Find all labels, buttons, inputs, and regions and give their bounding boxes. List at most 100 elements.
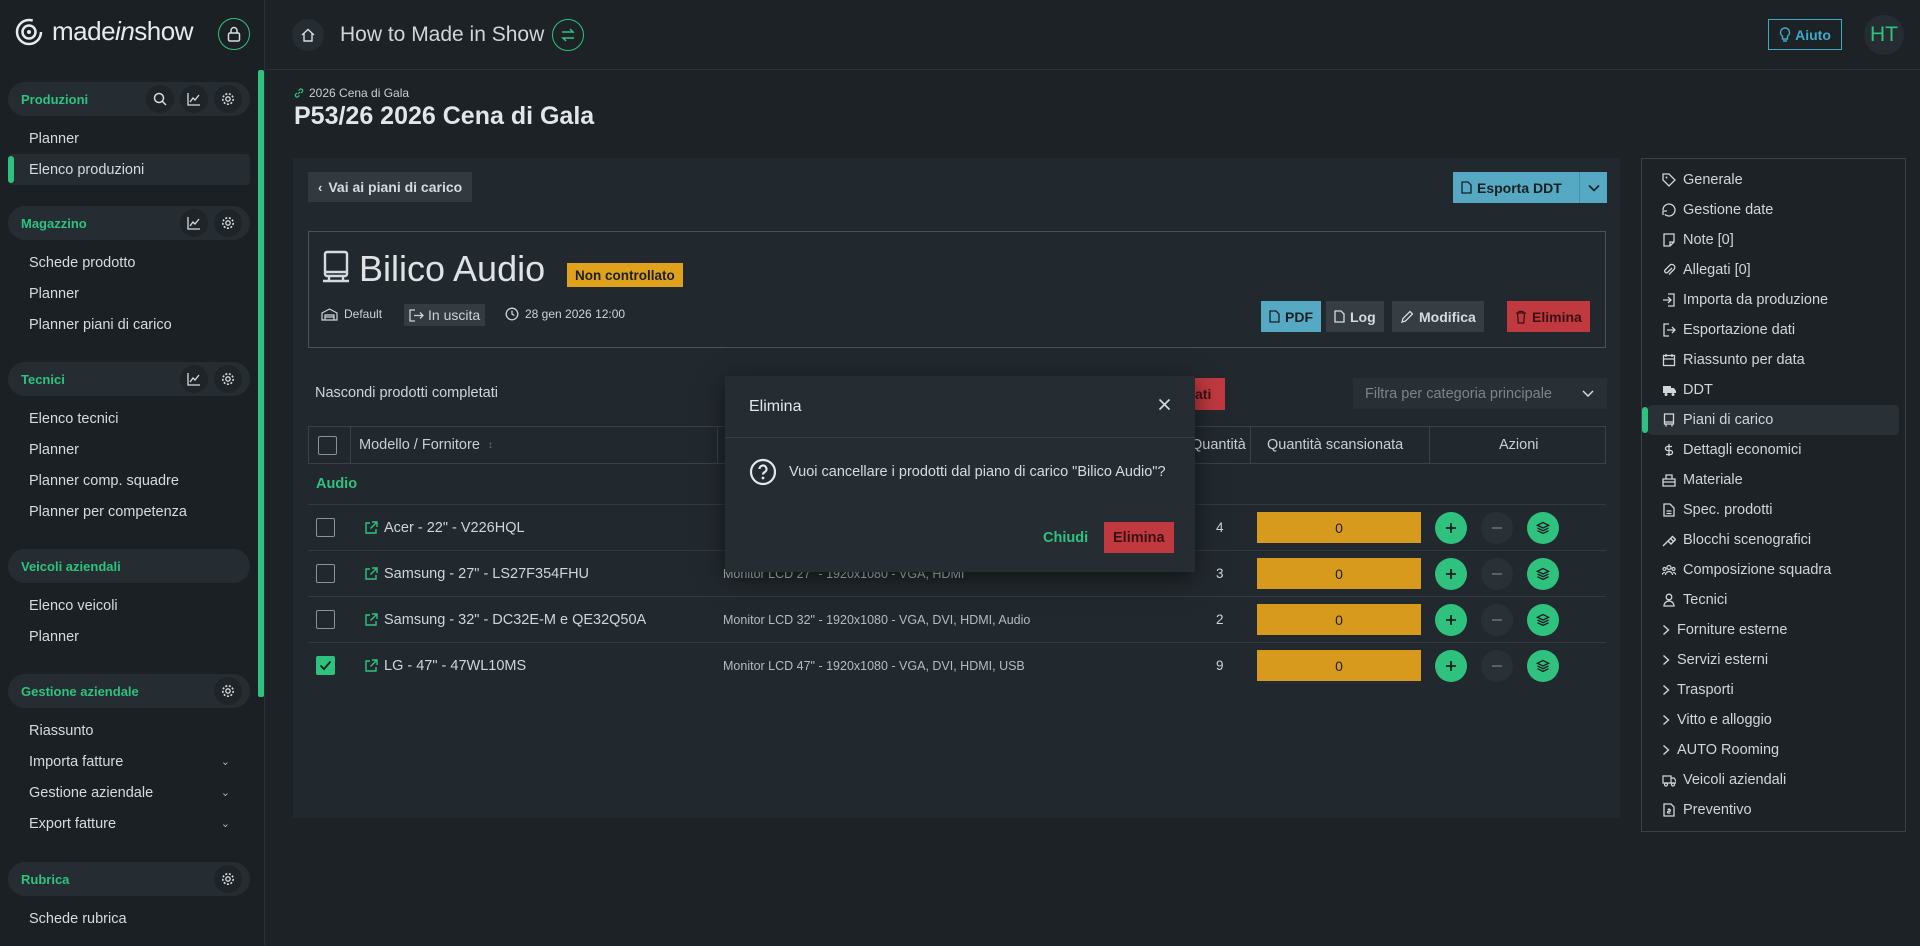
section-menu-item-importa-da-produzione[interactable]: Importa da produzione <box>1642 285 1905 315</box>
section-menu-item-ddt[interactable]: DDT <box>1642 375 1905 405</box>
edit-button[interactable]: Modifica <box>1392 301 1484 332</box>
column-model[interactable]: Modello / Fornitore ↕ <box>359 427 493 463</box>
section-menu-item-riassunto-per-data[interactable]: Riassunto per data <box>1642 345 1905 375</box>
remove-button[interactable] <box>1481 597 1513 642</box>
section-menu-item-trasporti[interactable]: Trasporti <box>1642 675 1905 705</box>
section-menu-item-generale[interactable]: Generale <box>1642 165 1905 195</box>
sidebar-item-elenco-tecnici[interactable]: Elenco tecnici <box>8 403 250 434</box>
sidebar-item-planner[interactable]: Planner <box>8 621 250 652</box>
add-button[interactable] <box>1435 597 1467 642</box>
remove-button[interactable] <box>1481 505 1513 550</box>
sidebar-item-planner[interactable]: Planner <box>8 278 250 309</box>
gear-icon[interactable] <box>214 865 242 893</box>
back-button[interactable]: ‹ Vai ai piani di carico <box>308 172 473 202</box>
add-button[interactable] <box>1435 643 1467 688</box>
nav-group-header[interactable]: Tecnici <box>8 362 250 396</box>
log-button[interactable]: Log <box>1326 301 1384 332</box>
scanned-quantity-value: 0 <box>1257 558 1421 589</box>
select-all-checkbox[interactable] <box>318 427 337 463</box>
breadcrumb[interactable]: 2026 Cena di Gala <box>294 86 409 100</box>
section-menu-item-composizione-squadra[interactable]: Composizione squadra <box>1642 555 1905 585</box>
sidebar-item-elenco-produzioni[interactable]: Elenco produzioni <box>8 154 250 185</box>
help-button[interactable]: Aiuto <box>1768 19 1842 50</box>
product-name[interactable]: Samsung - 27" - LS27F354FHU <box>364 551 589 596</box>
section-menu-item-gestione-date[interactable]: Gestione date <box>1642 195 1905 225</box>
product-name[interactable]: Samsung - 32" - DC32E-M e QE32Q50A <box>364 597 646 642</box>
chart-icon[interactable] <box>180 365 208 393</box>
section-menu-item-spec-prodotti[interactable]: Spec. prodotti <box>1642 495 1905 525</box>
dialog-cancel-button[interactable]: Chiudi <box>1043 522 1088 553</box>
sidebar-item-export-fatture[interactable]: Export fatture ⌄ <box>8 808 250 839</box>
sidebar-item-planner[interactable]: Planner <box>8 123 250 154</box>
switch-workspace-button[interactable] <box>552 19 584 51</box>
sidebar-item-gestione-aziendale[interactable]: Gestione aziendale ⌄ <box>8 777 250 808</box>
chart-icon[interactable] <box>180 85 208 113</box>
brand-logo[interactable]: madeinshow <box>14 16 193 47</box>
remove-button[interactable] <box>1481 551 1513 596</box>
add-button[interactable] <box>1435 505 1467 550</box>
sidebar-item-schede-rubrica[interactable]: Schede rubrica <box>8 903 250 934</box>
product-name[interactable]: LG - 47" - 47WL10MS <box>364 643 526 688</box>
section-menu-item-materiale[interactable]: Materiale <box>1642 465 1905 495</box>
delete-completed-button[interactable]: ati <box>1195 378 1225 410</box>
delete-button[interactable]: Elimina <box>1507 301 1590 332</box>
section-menu-item-preventivo[interactable]: Preventivo <box>1642 795 1905 825</box>
section-menu-item-auto-rooming[interactable]: AUTO Rooming <box>1642 735 1905 765</box>
sidebar-item-planner-piani-di-carico[interactable]: Planner piani di carico <box>8 309 250 340</box>
sidebar-item-schede-prodotto[interactable]: Schede prodotto <box>8 247 250 278</box>
chevron-down-icon[interactable] <box>1579 172 1607 203</box>
search-icon[interactable] <box>146 85 174 113</box>
category-filter-select[interactable]: Filtra per categoria principale <box>1353 378 1607 409</box>
row-checkbox[interactable] <box>316 597 335 642</box>
sidebar-item-planner[interactable]: Planner <box>8 434 250 465</box>
stack-button[interactable] <box>1527 597 1559 642</box>
avatar[interactable]: HT <box>1864 15 1904 55</box>
close-icon[interactable] <box>1158 398 1171 411</box>
section-menu-item-servizi-esterni[interactable]: Servizi esterni <box>1642 645 1905 675</box>
pdf-button[interactable]: PDF <box>1261 301 1321 332</box>
gear-icon[interactable] <box>214 365 242 393</box>
row-checkbox[interactable] <box>316 643 335 688</box>
gear-icon[interactable] <box>214 677 242 705</box>
hide-completed-toggle[interactable]: Nascondi prodotti completati <box>315 385 498 401</box>
sidebar-item-planner-comp-squadre[interactable]: Planner comp. squadre <box>8 465 250 496</box>
product-name[interactable]: Acer - 22" - V226HQL <box>364 505 525 550</box>
section-menu-item-forniture-esterne[interactable]: Forniture esterne <box>1642 615 1905 645</box>
row-checkbox[interactable] <box>316 505 335 550</box>
section-menu-item-esportazione-dati[interactable]: Esportazione dati <box>1642 315 1905 345</box>
chart-icon[interactable] <box>180 209 208 237</box>
section-menu-item-blocchi-scenografici[interactable]: Blocchi scenografici <box>1642 525 1905 555</box>
stack-button[interactable] <box>1527 505 1559 550</box>
lock-button[interactable] <box>218 18 250 50</box>
sidebar-item-importa-fatture[interactable]: Importa fatture ⌄ <box>8 746 250 777</box>
sidebar-item-planner-per-competenza[interactable]: Planner per competenza <box>8 496 250 527</box>
section-menu-item-veicoli-aziendali[interactable]: Veicoli aziendali <box>1642 765 1905 795</box>
home-button[interactable] <box>292 19 324 51</box>
section-menu-item-tecnici[interactable]: Tecnici <box>1642 585 1905 615</box>
section-menu-item-allegati-0[interactable]: Allegati [0] <box>1642 255 1905 285</box>
row-checkbox[interactable] <box>316 551 335 596</box>
stack-button[interactable] <box>1527 643 1559 688</box>
nav-group-header[interactable]: Produzioni <box>8 82 250 116</box>
sidebar-item-elenco-veicoli[interactable]: Elenco veicoli <box>8 590 250 621</box>
nav-group-header[interactable]: Veicoli aziendali <box>8 549 250 583</box>
section-menu-item-note-0[interactable]: Note [0] <box>1642 225 1905 255</box>
gear-icon[interactable] <box>214 85 242 113</box>
column-scanned[interactable]: Quantità scansionata <box>1267 427 1403 463</box>
add-button[interactable] <box>1435 551 1467 596</box>
remove-button[interactable] <box>1481 643 1513 688</box>
stack-button[interactable] <box>1527 551 1559 596</box>
export-ddt-button[interactable]: Esporta DDT <box>1453 172 1607 203</box>
nav-group-header[interactable]: Gestione aziendale <box>8 674 250 708</box>
column-qty[interactable]: Quantità <box>1191 427 1246 463</box>
nav-group-header[interactable]: Rubrica <box>8 862 250 896</box>
gear-icon[interactable] <box>214 209 242 237</box>
section-menu-item-dettagli-economici[interactable]: Dettagli economici <box>1642 435 1905 465</box>
section-menu-item-vitto-e-alloggio[interactable]: Vitto e alloggio <box>1642 705 1905 735</box>
nav-group-header[interactable]: Magazzino <box>8 206 250 240</box>
dialog-confirm-delete-button[interactable]: Elimina <box>1104 522 1174 553</box>
load-plan-card: Bilico Audio Non controllato Default In … <box>308 231 1606 348</box>
sidebar-item-riassunto[interactable]: Riassunto <box>8 715 250 746</box>
sidebar-scroll-indicator[interactable] <box>258 70 264 697</box>
section-menu-item-piani-di-carico[interactable]: Piani di carico <box>1642 405 1899 435</box>
